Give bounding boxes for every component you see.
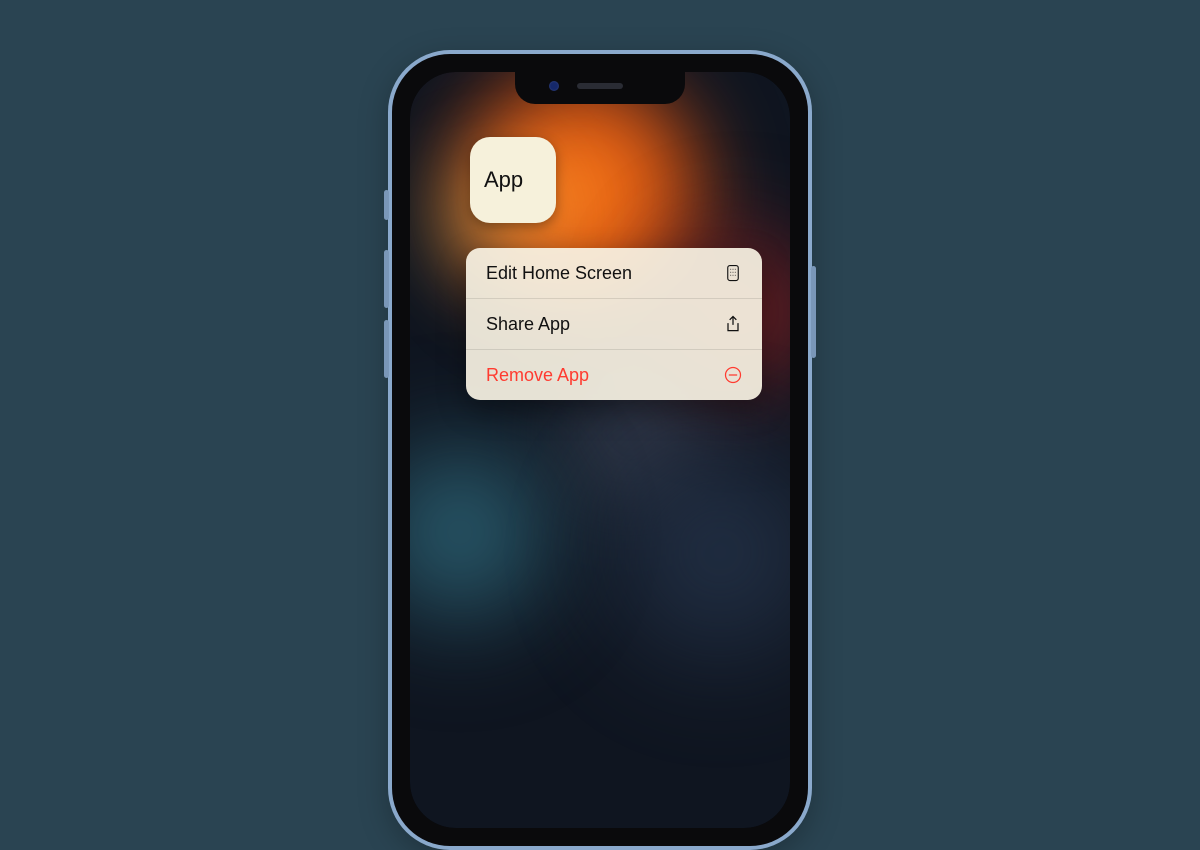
- front-camera: [549, 81, 559, 91]
- menu-item-label: Share App: [486, 314, 570, 335]
- menu-item-edit-home-screen[interactable]: Edit Home Screen: [466, 248, 762, 299]
- power-button[interactable]: [811, 266, 816, 358]
- app-icon[interactable]: App: [470, 137, 556, 223]
- phone-screen: App Edit Home Screen: [410, 72, 790, 828]
- notch: [515, 72, 685, 104]
- context-menu: Edit Home Screen: [466, 248, 762, 400]
- earpiece: [577, 83, 623, 89]
- home-wallpaper: [410, 72, 790, 828]
- menu-item-label: Remove App: [486, 365, 589, 386]
- apps-grid-icon: [722, 262, 744, 284]
- app-icon-label: App: [484, 167, 523, 193]
- minus-circle-icon: [722, 364, 744, 386]
- menu-item-remove-app[interactable]: Remove App: [466, 350, 762, 400]
- phone-frame: App Edit Home Screen: [388, 50, 812, 850]
- phone-bezel: App Edit Home Screen: [392, 54, 808, 846]
- volume-up-button[interactable]: [384, 250, 389, 308]
- share-icon: [722, 313, 744, 335]
- volume-down-button[interactable]: [384, 320, 389, 378]
- silence-switch[interactable]: [384, 190, 389, 220]
- menu-item-label: Edit Home Screen: [486, 263, 632, 284]
- menu-item-share-app[interactable]: Share App: [466, 299, 762, 350]
